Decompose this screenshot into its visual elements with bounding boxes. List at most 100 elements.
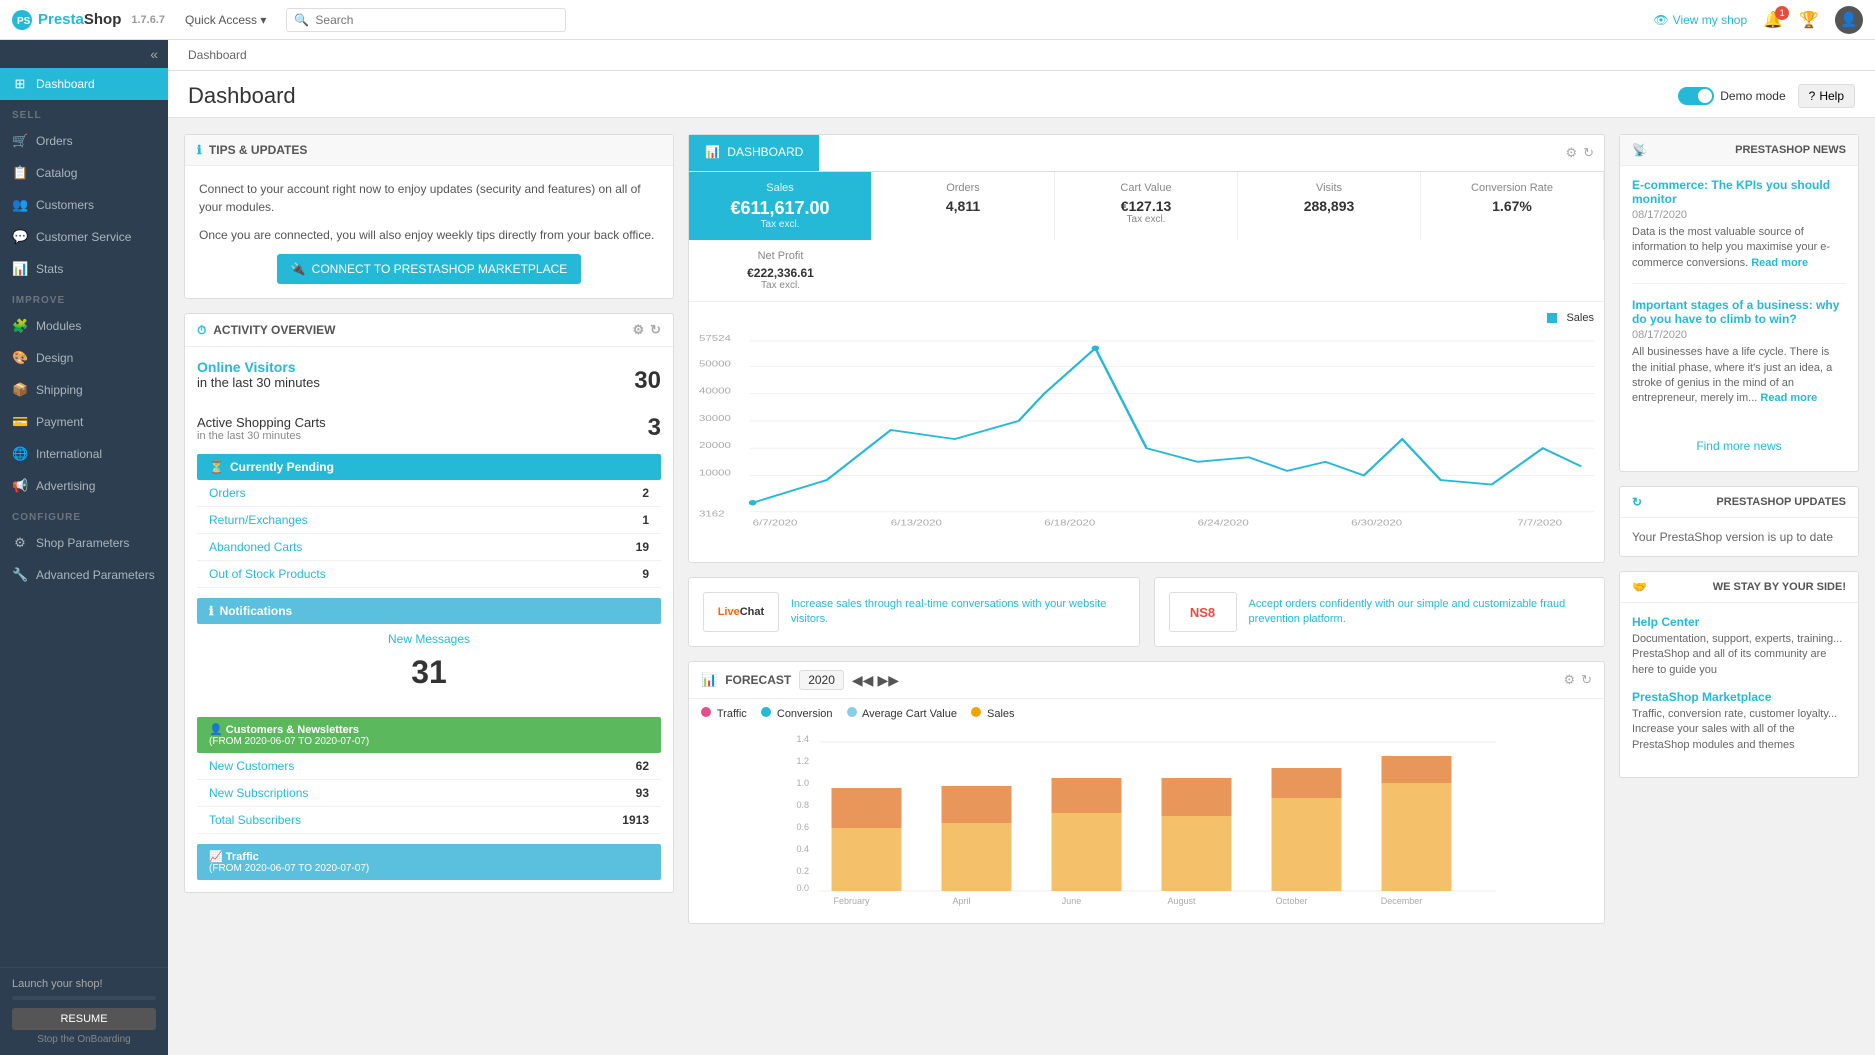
sidebar-item-customer-service[interactable]: 💬 Customer Service [0, 221, 168, 253]
trophy-icon[interactable]: 🏆 [1799, 10, 1819, 30]
returns-link[interactable]: Return/Exchanges [209, 513, 308, 527]
conversion-value: 1.67% [1435, 198, 1589, 214]
find-more-news-link[interactable]: Find more news [1632, 433, 1846, 459]
svg-text:6/24/2020: 6/24/2020 [1198, 519, 1250, 528]
news-item-2: Important stages of a business: why do y… [1632, 298, 1846, 419]
sidebar-item-orders[interactable]: 🛒 Orders [0, 125, 168, 157]
sidebar-item-shipping[interactable]: 📦 Shipping [0, 374, 168, 406]
bar-apr-avg [942, 786, 1012, 823]
design-icon: 🎨 [12, 350, 28, 366]
help-center-link[interactable]: Help Center [1632, 615, 1846, 629]
sidebar-item-dashboard[interactable]: ⊞ Dashboard [0, 68, 168, 100]
sidebar-item-stats[interactable]: 📊 Stats [0, 253, 168, 285]
active-carts-link[interactable]: Active Shopping Carts [197, 415, 326, 430]
forecast-year: 2020 [799, 670, 844, 690]
sidebar-item-catalog[interactable]: 📋 Catalog [0, 157, 168, 189]
sidebar-item-design[interactable]: 🎨 Design [0, 342, 168, 374]
sidebar-item-label: Advanced Parameters [36, 568, 155, 582]
demo-mode-toggle[interactable] [1678, 87, 1714, 105]
sidebar-item-customers[interactable]: 👥 Customers [0, 189, 168, 221]
new-messages-link[interactable]: New Messages [209, 632, 649, 646]
svg-text:1.0: 1.0 [797, 778, 810, 788]
avg-cart-legend-item: Average Cart Value [847, 707, 957, 720]
view-my-shop-link[interactable]: 👁 View my shop [1653, 13, 1747, 27]
avg-cart-legend-label: Average Cart Value [862, 708, 957, 720]
svg-text:0.4: 0.4 [797, 844, 810, 854]
sidebar-item-label: Modules [36, 319, 81, 333]
customer-service-icon: 💬 [12, 229, 28, 245]
news-item-2-link[interactable]: Important stages of a business: why do y… [1632, 298, 1846, 326]
sidebar-item-advertising[interactable]: 📢 Advertising [0, 470, 168, 502]
bar-jun-sales [1052, 813, 1122, 891]
new-customers-link[interactable]: New Customers [209, 759, 294, 773]
quick-access-menu[interactable]: Quick Access ▾ [177, 13, 274, 27]
news-item-1-date: 08/17/2020 [1632, 209, 1846, 221]
livechat-ad-text[interactable]: Increase sales through real-time convers… [791, 597, 1125, 628]
ns8-logo: NS8 [1169, 592, 1237, 632]
refresh-icon[interactable]: ↻ [1583, 145, 1594, 161]
sidebar-item-shop-parameters[interactable]: ⚙ Shop Parameters [0, 527, 168, 559]
svg-text:6/13/2020: 6/13/2020 [891, 519, 943, 528]
orders-link[interactable]: Orders [209, 486, 246, 500]
news-item-1-read-more[interactable]: Read more [1751, 257, 1808, 269]
stat-cart-value[interactable]: Cart Value €127.13 Tax excl. [1055, 172, 1238, 240]
sidebar-toggle[interactable]: « [0, 40, 168, 68]
sidebar-item-payment[interactable]: 💳 Payment [0, 406, 168, 438]
traffic-legend-item: Traffic [701, 707, 747, 720]
total-subscribers-link[interactable]: Total Subscribers [209, 813, 301, 827]
stat-conversion[interactable]: Conversion Rate 1.67% [1421, 172, 1604, 240]
connect-to-marketplace-button[interactable]: 🔌 CONNECT TO PRESTASHOP MARKETPLACE [277, 254, 582, 284]
gear-icon[interactable]: ⚙ [1563, 672, 1575, 688]
sidebar-item-international[interactable]: 🌐 International [0, 438, 168, 470]
dashboard-icon: ⊞ [12, 76, 28, 92]
marketplace-link[interactable]: PrestaShop Marketplace [1632, 690, 1846, 704]
forecast-prev-button[interactable]: ◀◀ [852, 672, 874, 689]
dashboard-grid: ℹ TIPS & UPDATES Connect to your account… [168, 118, 1875, 940]
chart-dot [749, 500, 757, 505]
sidebar-bottom: Launch your shop! RESUME Stop the OnBoar… [0, 967, 168, 1055]
ad-banners-row: LiveChat Increase sales through real-tim… [688, 577, 1605, 647]
stats-numbers-row: Sales €611,617.00 Tax excl. Orders 4,811… [689, 172, 1604, 302]
svg-text:40000: 40000 [699, 387, 731, 396]
livechat-logo: LiveChat [703, 592, 779, 632]
new-subscriptions-row: New Subscriptions 93 [197, 780, 661, 807]
resume-button[interactable]: RESUME [12, 1008, 156, 1030]
sales-forecast-legend-dot [971, 707, 981, 717]
sidebar-section-improve: IMPROVE [0, 285, 168, 310]
notifications-icon[interactable]: 🔔 1 [1763, 10, 1783, 30]
ns8-ad-text[interactable]: Accept orders confidently with our simpl… [1249, 597, 1590, 628]
stat-sales[interactable]: Sales €611,617.00 Tax excl. [689, 172, 872, 240]
international-icon: 🌐 [12, 446, 28, 462]
sales-value: €611,617.00 [703, 198, 857, 219]
stat-visits[interactable]: Visits 288,893 [1238, 172, 1421, 240]
new-customers-count: 62 [636, 759, 649, 773]
tab-dashboard[interactable]: 📊 DASHBOARD [689, 135, 819, 171]
refresh-icon[interactable]: ↻ [650, 322, 661, 338]
new-subscriptions-link[interactable]: New Subscriptions [209, 786, 308, 800]
eye-icon: 👁 [1653, 13, 1668, 27]
stop-onboarding-label[interactable]: Stop the OnBoarding [12, 1034, 156, 1045]
gear-icon[interactable]: ⚙ [1565, 145, 1577, 161]
refresh-icon[interactable]: ↻ [1581, 672, 1592, 688]
help-button[interactable]: ? Help [1798, 84, 1855, 108]
sidebar-item-modules[interactable]: 🧩 Modules [0, 310, 168, 342]
sidebar-item-advanced-parameters[interactable]: 🔧 Advanced Parameters [0, 559, 168, 591]
abandoned-carts-link[interactable]: Abandoned Carts [209, 540, 302, 554]
news-item-1-link[interactable]: E-commerce: The KPIs you should monitor [1632, 178, 1846, 206]
collapse-icon[interactable]: « [150, 46, 158, 62]
forecast-next-button[interactable]: ▶▶ [877, 672, 899, 689]
online-visitors-row: Online Visitors in the last 30 minutes 3… [197, 359, 661, 402]
gear-icon[interactable]: ⚙ [632, 322, 644, 338]
search-input[interactable] [286, 8, 566, 32]
stat-net-profit[interactable]: Net Profit €222,336.61 Tax excl. [689, 240, 872, 301]
news-card-header: 📡 PRESTASHOP NEWS [1620, 135, 1858, 166]
stats-tabs-row: 📊 DASHBOARD ⚙ ↻ [689, 135, 1604, 172]
right-column: 📡 PRESTASHOP NEWS E-commerce: The KPIs y… [1619, 134, 1859, 924]
tips-card-header: ℹ TIPS & UPDATES [185, 135, 673, 166]
out-of-stock-link[interactable]: Out of Stock Products [209, 567, 326, 581]
user-avatar[interactable]: 👤 [1835, 6, 1863, 34]
news-item-2-read-more[interactable]: Read more [1760, 392, 1817, 404]
sales-polyline [753, 348, 1582, 503]
stat-orders[interactable]: Orders 4,811 [872, 172, 1055, 240]
online-visitors-link[interactable]: Online Visitors [197, 359, 296, 375]
